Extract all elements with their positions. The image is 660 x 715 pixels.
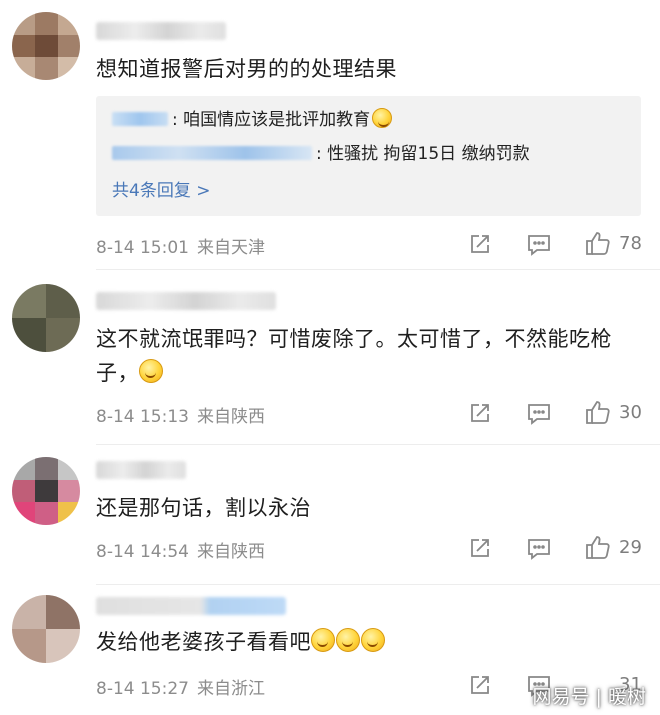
comment-meta: 8-14 15:13 来自陕西	[96, 402, 265, 427]
like-count: 78	[619, 233, 642, 254]
reply-username[interactable]	[112, 146, 312, 160]
comment-item: 想知道报警后对男的的处理结果 : 咱国情应该是批评加教育 : 性骚扰 拘留15日…	[0, 0, 660, 270]
like-icon[interactable]	[585, 534, 611, 560]
laugh-cry-emoji	[372, 108, 393, 128]
smile-emoji	[311, 628, 335, 652]
comment-meta: 8-14 15:01 来自天津	[96, 233, 265, 258]
comment-date: 8-14 15:13	[96, 407, 189, 427]
username[interactable]	[96, 461, 186, 479]
like-count: 29	[619, 537, 642, 558]
grin-emoji	[139, 359, 163, 383]
reply-text: : 咱国情应该是批评加教育	[172, 110, 371, 130]
comment-location: 来自浙江	[196, 679, 265, 699]
comment-icon[interactable]	[527, 234, 551, 256]
like-icon[interactable]	[585, 399, 611, 425]
reply-item: : 性骚扰 拘留15日 缴纳罚款	[112, 142, 530, 166]
avatar[interactable]	[12, 12, 80, 80]
comment-text: 还是那句话，割以永治	[96, 496, 311, 520]
replies-box[interactable]: : 咱国情应该是批评加教育 : 性骚扰 拘留15日 缴纳罚款 共4条回复 >	[96, 96, 641, 216]
username[interactable]	[96, 292, 276, 310]
comment-location: 来自陕西	[196, 542, 265, 562]
comment-date: 8-14 15:27	[96, 679, 189, 699]
more-replies-link[interactable]: 共4条回复 >	[112, 176, 210, 201]
comment-location: 来自天津	[196, 238, 265, 258]
share-icon[interactable]	[469, 537, 491, 559]
comment-item: 还是那句话，割以永治 8-14 14:54 来自陕西 29	[0, 445, 660, 585]
comment-icon[interactable]	[527, 538, 551, 560]
username[interactable]	[96, 22, 226, 40]
comment-text: 这不就流氓罪吗？可惜废除了。太可惜了，不然能吃枪子，	[96, 322, 638, 390]
comment-date: 8-14 14:54	[96, 542, 189, 562]
reply-username[interactable]	[112, 112, 168, 126]
avatar[interactable]	[12, 457, 80, 525]
like-count: 30	[619, 402, 642, 423]
comment-meta: 8-14 14:54 来自陕西	[96, 537, 265, 562]
reply-item: : 咱国情应该是批评加教育	[112, 108, 393, 132]
smile-emoji	[361, 628, 385, 652]
share-icon[interactable]	[469, 402, 491, 424]
comment-date: 8-14 15:01	[96, 238, 189, 258]
share-icon[interactable]	[469, 674, 491, 696]
watermark: 网易号 | 暖树	[532, 686, 646, 708]
comment-text-body: 这不就流氓罪吗？可惜废除了。太可惜了，不然能吃枪子，	[96, 327, 612, 385]
like-icon[interactable]	[585, 230, 611, 256]
comment-meta: 8-14 15:27 来自浙江	[96, 674, 265, 699]
comment-text: 发给他老婆孩子看看吧	[96, 625, 638, 659]
share-icon[interactable]	[469, 233, 491, 255]
smile-emoji	[336, 628, 360, 652]
username[interactable]	[96, 597, 286, 615]
avatar[interactable]	[12, 595, 80, 663]
comment-text-body: 发给他老婆孩子看看吧	[96, 630, 311, 654]
comment-icon[interactable]	[527, 403, 551, 425]
avatar[interactable]	[12, 284, 80, 352]
reply-text: : 性骚扰 拘留15日 缴纳罚款	[316, 144, 530, 164]
comment-item: 这不就流氓罪吗？可惜废除了。太可惜了，不然能吃枪子， 8-14 15:13 来自陕…	[0, 270, 660, 445]
comment-location: 来自陕西	[196, 407, 265, 427]
comment-text: 想知道报警后对男的的处理结果	[96, 57, 397, 81]
